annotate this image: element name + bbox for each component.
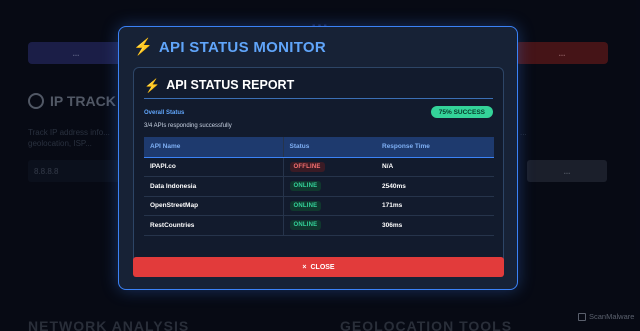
table-row: Data Indonesia ONLINE 2540ms bbox=[144, 176, 494, 197]
api-name-cell: Data Indonesia bbox=[144, 176, 283, 197]
table-row: RestCountries ONLINE 306ms bbox=[144, 215, 494, 236]
status-pill: ONLINE bbox=[289, 181, 322, 192]
response-time-cell: N/A bbox=[376, 157, 494, 177]
report-divider bbox=[144, 98, 493, 99]
status-cell: ONLINE bbox=[282, 176, 376, 197]
status-cell: ONLINE bbox=[282, 196, 376, 216]
column-header-api-name: API Name bbox=[144, 137, 283, 158]
success-rate-badge: 75% SUCCESS bbox=[430, 106, 493, 118]
status-pill: OFFLINE bbox=[289, 161, 325, 172]
response-time-cell: 2540ms bbox=[376, 176, 494, 197]
response-time-cell: 171ms bbox=[376, 196, 494, 216]
table-header-row: API Name Status Response Time bbox=[144, 137, 494, 158]
status-cell: ONLINE bbox=[282, 215, 376, 236]
report-header: ⚡ API STATUS REPORT bbox=[144, 78, 294, 92]
status-pill: ONLINE bbox=[289, 200, 322, 211]
close-button[interactable]: × CLOSE bbox=[133, 257, 504, 277]
column-header-status: Status bbox=[282, 137, 376, 158]
lightning-bolt-icon: ⚡ bbox=[144, 77, 161, 93]
lightning-bolt-icon: ⚡ bbox=[133, 38, 153, 56]
modal-title: API STATUS MONITOR bbox=[158, 39, 326, 56]
overall-status-label: Overall Status bbox=[144, 110, 185, 116]
api-name-cell: IPAPI.co bbox=[144, 157, 283, 177]
status-cell: OFFLINE bbox=[282, 157, 376, 177]
table-row: IPAPI.co OFFLINE N/A bbox=[144, 157, 494, 177]
status-summary: 3/4 APIs responding successfully bbox=[144, 123, 232, 129]
modal-header: ⚡ API STATUS MONITOR bbox=[133, 39, 326, 56]
table-row: OpenStreetMap ONLINE 171ms bbox=[144, 196, 494, 216]
api-status-table: API Name Status Response Time IPAPI.co O… bbox=[144, 137, 494, 236]
column-header-response-time: Response Time bbox=[376, 137, 494, 158]
close-button-label: CLOSE bbox=[310, 263, 335, 271]
status-report-card: ⚡ API STATUS REPORT Overall Status 75% S… bbox=[133, 67, 504, 274]
report-title: API STATUS REPORT bbox=[166, 78, 295, 92]
api-name-cell: OpenStreetMap bbox=[144, 196, 283, 216]
close-icon: × bbox=[302, 263, 307, 271]
status-pill: ONLINE bbox=[289, 220, 322, 231]
api-name-cell: RestCountries bbox=[144, 215, 283, 236]
response-time-cell: 306ms bbox=[376, 215, 494, 236]
api-status-modal: ⚡ API STATUS MONITOR ⚡ API STATUS REPORT… bbox=[118, 26, 518, 290]
